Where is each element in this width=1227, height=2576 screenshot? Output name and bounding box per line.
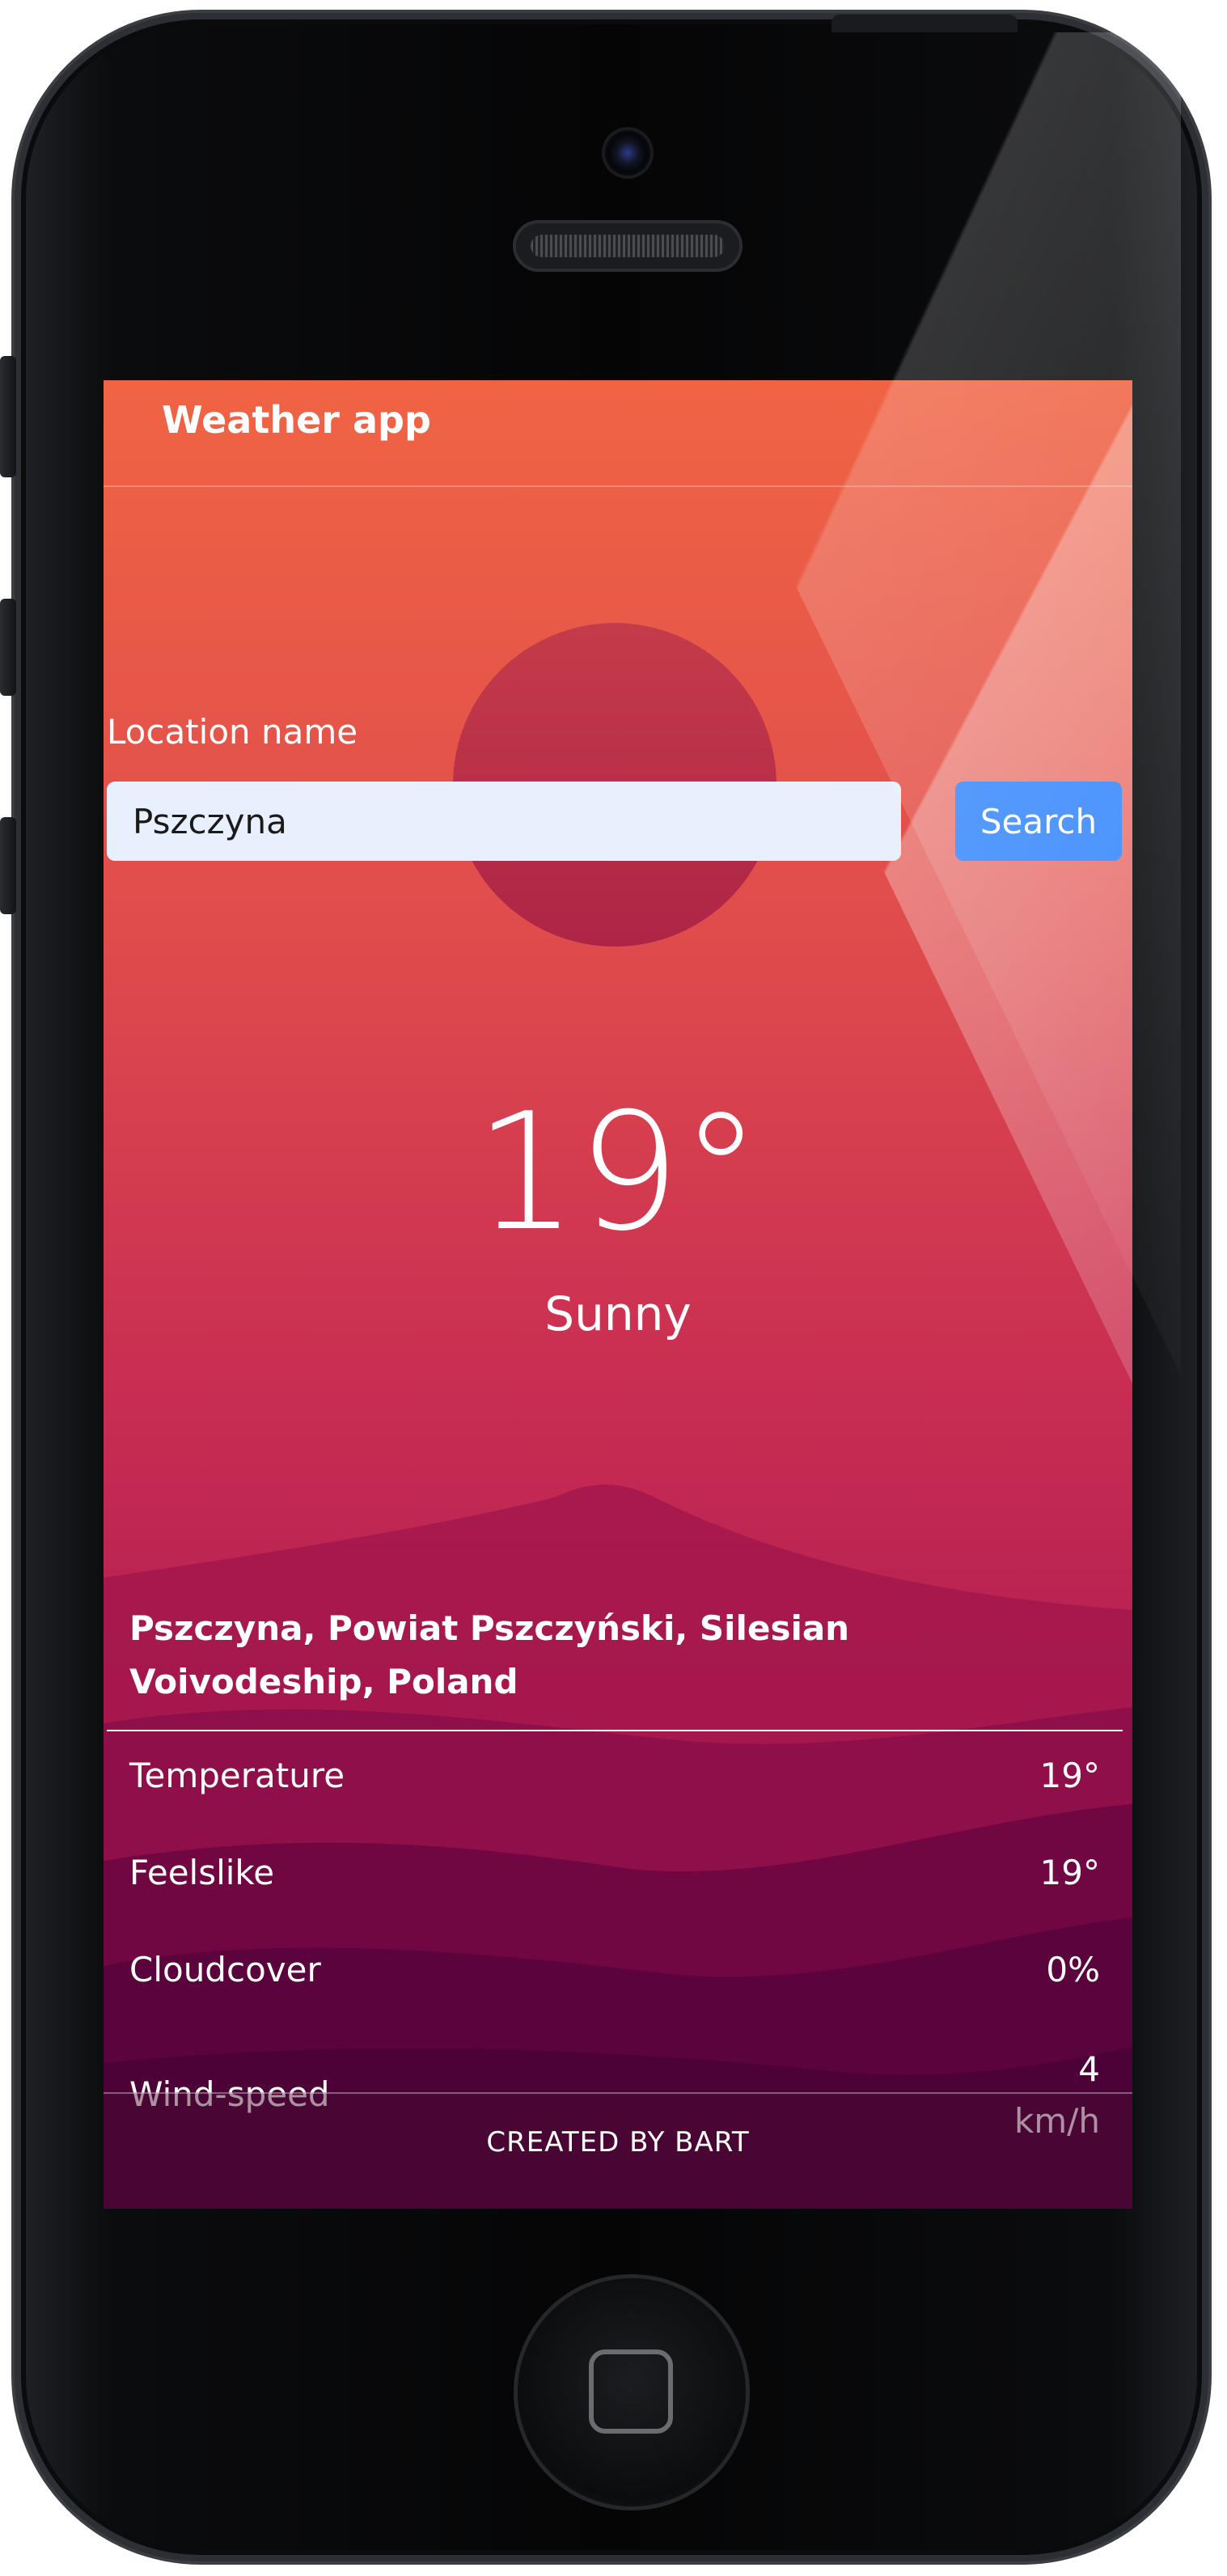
search-button[interactable]: Search	[955, 782, 1122, 861]
navbar: Weather app	[104, 380, 1132, 487]
location-label: Location name	[107, 712, 358, 752]
location-full-name: Pszczyna, Powiat Pszczyński, Silesian Vo…	[129, 1608, 850, 1701]
detail-value: 0%	[1046, 1950, 1100, 1989]
detail-label: Temperature	[129, 1756, 345, 1795]
volume-up-button	[0, 599, 16, 696]
detail-value: 19°	[1039, 1853, 1100, 1892]
home-square-icon	[589, 2349, 673, 2434]
app-screen: Weather app Location name Search 19° Sun…	[104, 380, 1132, 2209]
weather-condition: Sunny	[544, 1286, 692, 1341]
detail-row-temperature: Temperature 19°	[129, 1756, 1100, 1812]
detail-row-feelslike: Feelslike 19°	[129, 1853, 1100, 1909]
home-button[interactable]	[518, 2278, 746, 2506]
detail-label: Cloudcover	[129, 1950, 321, 1989]
footer: CREATED BY BART	[104, 2092, 1132, 2209]
detail-row-cloudcover: Cloudcover 0%	[129, 1950, 1100, 2006]
volume-down-button	[0, 817, 16, 914]
app-brand[interactable]: Weather app	[162, 398, 431, 442]
power-button	[831, 15, 1018, 32]
location-input[interactable]	[107, 782, 901, 861]
front-camera	[605, 130, 650, 176]
footer-credit: CREATED BY BART	[486, 2126, 750, 2159]
current-temperature: 19°	[474, 1078, 762, 1267]
earpiece-speaker	[516, 223, 739, 269]
divider	[107, 1730, 1123, 1731]
detail-value: 19°	[1039, 1756, 1100, 1795]
detail-label: Feelslike	[129, 1853, 275, 1892]
mute-switch	[0, 356, 16, 477]
